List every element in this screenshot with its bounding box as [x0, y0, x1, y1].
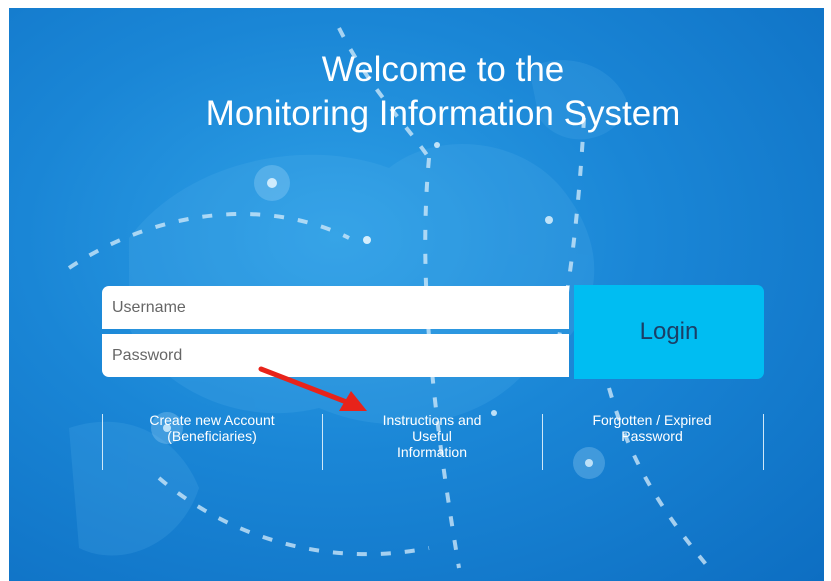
create-account-line-2: (Beneficiaries) — [167, 428, 257, 444]
forgotten-password-line-1: Forgotten / Expired — [592, 412, 712, 428]
link-separator — [763, 414, 764, 470]
title-line-1: Welcome to the — [321, 50, 565, 89]
title-line-2: Monitoring Information System — [205, 94, 681, 133]
login-panel: Welcome to the Monitoring Information Sy… — [9, 8, 824, 581]
forgotten-password-line-2: Password — [621, 428, 683, 444]
instructions-line-2: Useful — [412, 428, 452, 444]
forgotten-password-link[interactable]: Forgotten / Expired Password — [542, 412, 762, 468]
instructions-line-3: Information — [396, 444, 468, 460]
instructions-link[interactable]: Instructions and Useful Information — [322, 412, 542, 468]
annotation-arrow-icon — [258, 366, 367, 411]
page-title: Welcome to the Monitoring Information Sy… — [9, 48, 824, 136]
username-input[interactable] — [102, 286, 569, 329]
create-account-link[interactable]: Create new Account (Beneficiaries) — [102, 412, 322, 468]
login-button[interactable]: Login — [574, 285, 764, 379]
info-links: Create new Account (Beneficiaries) Instr… — [102, 412, 764, 472]
